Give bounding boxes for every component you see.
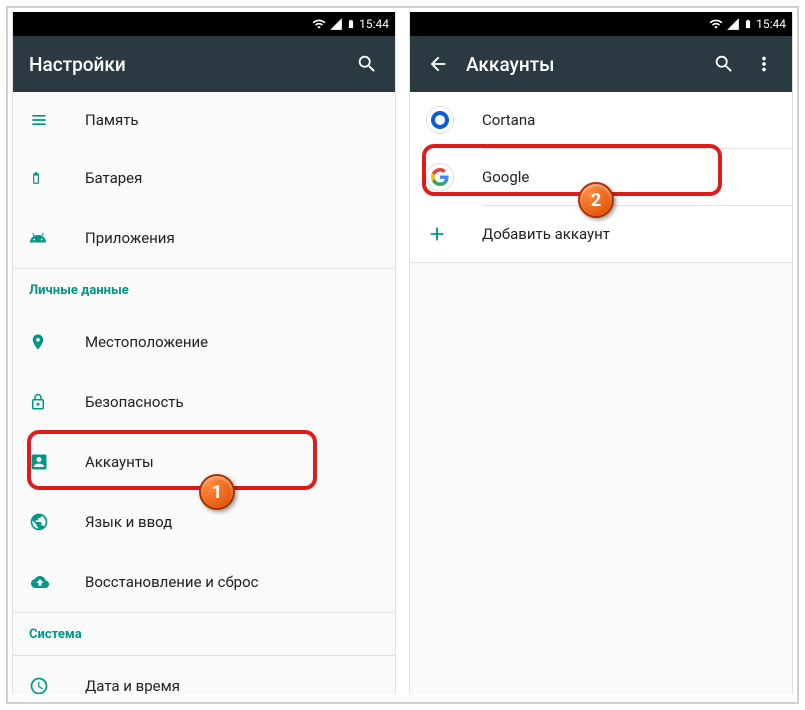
- divider: [410, 262, 792, 263]
- label-battery: Батарея: [85, 169, 142, 187]
- cell-signal-icon: [329, 17, 343, 31]
- memory-icon: [29, 110, 49, 130]
- account-icon: [29, 452, 49, 472]
- plus-icon: [426, 223, 448, 245]
- wifi-icon: [312, 17, 326, 31]
- label-accounts: Аккаунты: [85, 453, 154, 471]
- label-location: Местоположение: [85, 333, 208, 351]
- label-memory: Память: [85, 111, 139, 129]
- row-apps[interactable]: Приложения: [13, 208, 395, 268]
- row-location[interactable]: Местоположение: [13, 312, 395, 372]
- status-bar: 15:44: [410, 12, 792, 36]
- phone-settings: 15:44 Настройки Память Батарея Приложени…: [12, 12, 396, 694]
- row-security[interactable]: Безопасность: [13, 372, 395, 432]
- clock-icon: [29, 676, 49, 694]
- location-icon: [29, 331, 47, 353]
- lock-icon: [29, 392, 47, 412]
- apps-icon: [29, 228, 47, 248]
- settings-list: Память Батарея Приложения Личные данные …: [13, 92, 395, 694]
- row-add-account[interactable]: Добавить аккаунт: [410, 206, 792, 262]
- row-language[interactable]: Язык и ввод: [13, 492, 395, 552]
- status-time: 15:44: [756, 17, 786, 31]
- page-title: Настройки: [29, 53, 347, 76]
- label-google: Google: [482, 168, 529, 186]
- cortana-icon: [426, 106, 454, 134]
- row-memory[interactable]: Память: [13, 92, 395, 148]
- arrow-back-icon: [427, 53, 449, 75]
- status-time: 15:44: [359, 17, 389, 31]
- row-battery[interactable]: Батарея: [13, 148, 395, 208]
- label-apps: Приложения: [85, 229, 175, 247]
- phone-accounts: 15:44 Аккаунты Cortana Google: [409, 12, 793, 694]
- app-bar-accounts: Аккаунты: [410, 36, 792, 92]
- wifi-icon: [709, 17, 723, 31]
- label-datetime: Дата и время: [85, 677, 180, 694]
- back-button[interactable]: [418, 44, 458, 84]
- search-icon: [713, 53, 735, 75]
- accounts-list: Cortana Google Добавить аккаунт: [410, 92, 792, 263]
- section-personal: Личные данные: [13, 268, 395, 312]
- cell-signal-icon: [726, 17, 740, 31]
- globe-icon: [29, 512, 49, 532]
- label-cortana: Cortana: [482, 111, 535, 129]
- battery-icon: [743, 17, 753, 31]
- row-google[interactable]: Google: [410, 149, 792, 205]
- battery-menu-icon: [29, 168, 43, 188]
- row-backup[interactable]: Восстановление и сброс: [13, 552, 395, 612]
- row-datetime[interactable]: Дата и время: [13, 656, 395, 694]
- label-language: Язык и ввод: [85, 513, 172, 531]
- page-title: Аккаунты: [466, 53, 704, 76]
- label-add: Добавить аккаунт: [482, 225, 610, 243]
- more-vert-icon: [753, 53, 775, 75]
- search-button[interactable]: [704, 44, 744, 84]
- search-icon: [356, 53, 378, 75]
- status-bar: 15:44: [13, 12, 395, 36]
- google-icon: [426, 163, 454, 191]
- overflow-button[interactable]: [744, 44, 784, 84]
- label-security: Безопасность: [85, 393, 184, 411]
- row-accounts[interactable]: Аккаунты: [13, 432, 395, 492]
- search-button[interactable]: [347, 44, 387, 84]
- row-cortana[interactable]: Cortana: [410, 92, 792, 148]
- cloud-icon: [29, 573, 51, 591]
- label-backup: Восстановление и сброс: [85, 573, 258, 591]
- battery-icon: [346, 17, 356, 31]
- app-bar-settings: Настройки: [13, 36, 395, 92]
- section-system: Система: [13, 612, 395, 656]
